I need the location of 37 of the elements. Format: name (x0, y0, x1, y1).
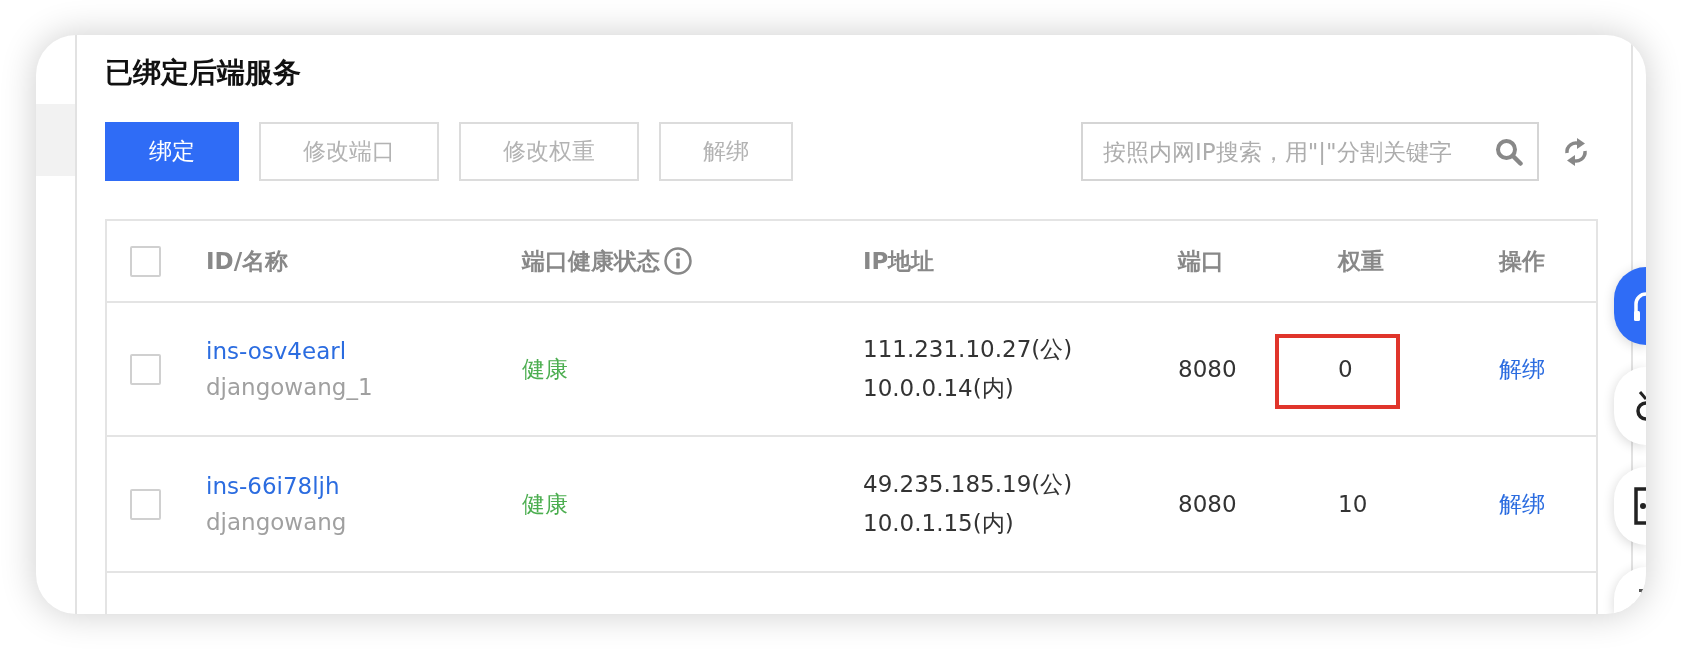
toolbar-button[interactable]: 绑定 (105, 122, 239, 181)
private-ip: 10.0.0.14(内) (863, 374, 1014, 403)
row-checkbox[interactable] (130, 488, 161, 520)
refresh-icon[interactable] (1563, 136, 1589, 167)
floating-button[interactable] (1614, 367, 1646, 445)
instance-name: djangowang_1 (206, 373, 373, 402)
column-header: IP地址 (863, 246, 935, 276)
frame-icon (1634, 487, 1646, 525)
instance-id-link[interactable]: ins-66i78ljh (206, 468, 340, 504)
port-value: 8080 (1178, 489, 1237, 519)
unbind-link[interactable]: 解绑 (1499, 351, 1545, 387)
column-header: 操作 (1499, 246, 1545, 276)
arc-icon (1634, 291, 1646, 321)
row-checkbox[interactable] (130, 353, 161, 385)
column-header: 端口 (1178, 246, 1224, 276)
column-header: ID/名称 (206, 246, 289, 276)
search-icon[interactable] (1495, 138, 1523, 166)
sidebar-item-background (36, 104, 75, 176)
instance-name: djangowang (206, 508, 347, 537)
public-ip: 49.235.185.19(公) (863, 470, 1073, 499)
search-field[interactable]: 按照内网IP搜索，用"|"分割关键字 (1081, 122, 1539, 181)
info-icon[interactable] (664, 247, 692, 275)
private-ip: 10.0.1.15(内) (863, 509, 1014, 538)
floating-button[interactable] (1614, 467, 1646, 545)
health-status: 健康 (522, 489, 568, 519)
weight-value: 0 (1338, 354, 1353, 384)
public-ip: 111.231.10.27(公) (863, 335, 1073, 364)
column-header: 权重 (1338, 246, 1384, 276)
unbind-link[interactable]: 解绑 (1499, 486, 1545, 522)
port-value: 8080 (1178, 354, 1237, 384)
instance-id-link[interactable]: ins-osv4earl (206, 333, 347, 369)
weight-value: 10 (1338, 489, 1368, 519)
section-title: 已绑定后端服务 (105, 55, 301, 91)
health-status: 健康 (522, 354, 568, 384)
ring-icon (1634, 390, 1646, 422)
select-all-checkbox[interactable] (130, 245, 161, 277)
column-header: 端口健康状态 (522, 246, 660, 276)
